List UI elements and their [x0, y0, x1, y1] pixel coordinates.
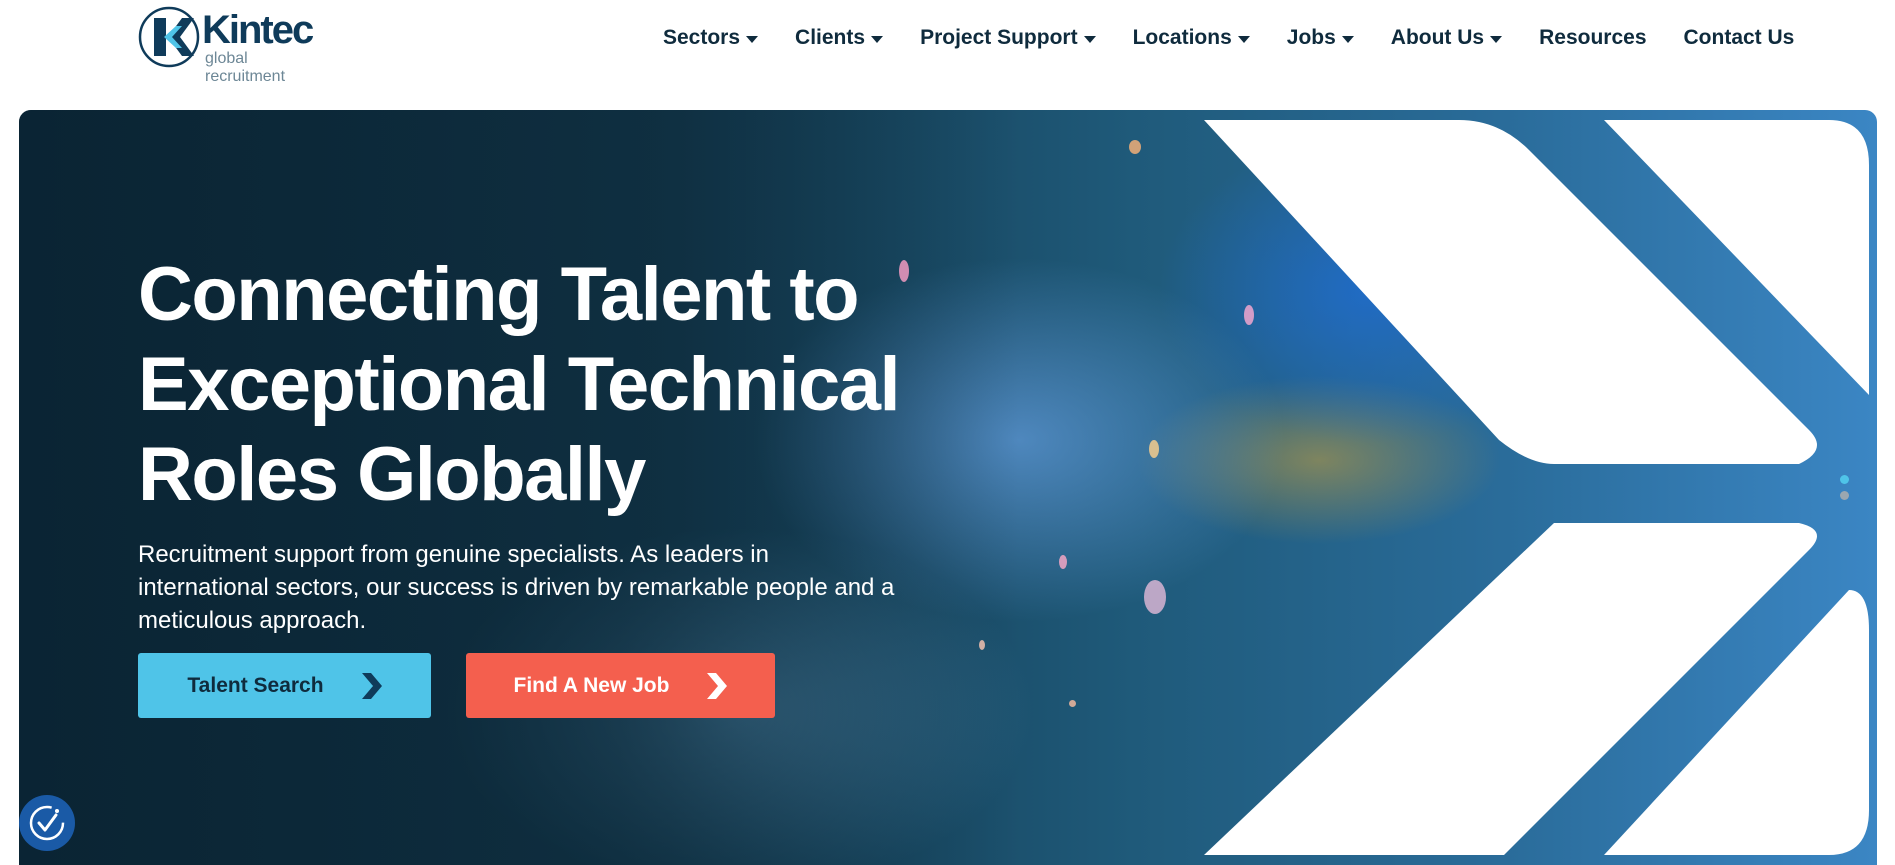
- hero-content: Connecting Talent to Exceptional Technic…: [138, 250, 958, 637]
- slider-dot-1[interactable]: [1840, 475, 1849, 484]
- slider-pagination: [1840, 475, 1850, 507]
- nav-label: Resources: [1539, 26, 1647, 49]
- nav-label: About Us: [1390, 26, 1485, 49]
- caret-down-icon: [871, 36, 884, 43]
- kintec-logo-icon: [138, 6, 200, 68]
- chevron-right-icon: [361, 672, 382, 699]
- find-job-label: Find A New Job: [513, 673, 670, 697]
- accessibility-button[interactable]: [19, 795, 75, 851]
- hero-title-line-2: Exceptional Technical: [138, 342, 901, 427]
- caret-down-icon: [1490, 36, 1503, 43]
- nav-item-contact-us[interactable]: Contact Us: [1684, 26, 1795, 50]
- nav-label: Project Support: [920, 26, 1078, 49]
- nav-label: Sectors: [663, 26, 741, 49]
- chevron-right-icon: [707, 672, 728, 699]
- hero-subtitle: Recruitment support from genuine special…: [138, 541, 895, 634]
- site-header: Kintec global recruitment Sectors Client…: [0, 0, 1895, 100]
- main-nav: Sectors Clients Project Support Location…: [663, 22, 1794, 54]
- nav-item-project-support[interactable]: Project Support: [920, 26, 1096, 50]
- hero-banner: Connecting Talent to Exceptional Technic…: [19, 110, 1877, 865]
- logo-tagline: global recruitment: [205, 50, 286, 85]
- nav-item-clients[interactable]: Clients: [795, 26, 884, 50]
- hero-title-line-1: Connecting Talent to: [138, 252, 860, 337]
- kintec-logo[interactable]: Kintec global recruitment: [138, 6, 328, 85]
- hero-title-line-3: Roles Globally: [138, 432, 646, 517]
- talent-search-button[interactable]: Talent Search: [138, 653, 431, 718]
- nav-item-jobs[interactable]: Jobs: [1287, 26, 1354, 50]
- slider-dot-2[interactable]: [1840, 491, 1849, 500]
- talent-search-label: Talent Search: [187, 673, 324, 697]
- nav-item-about-us[interactable]: About Us: [1390, 26, 1503, 50]
- caret-down-icon: [1083, 36, 1096, 43]
- nav-label: Locations: [1132, 26, 1232, 49]
- nav-label: Clients: [795, 26, 866, 49]
- hero-title: Connecting Talent to Exceptional Technic…: [138, 250, 958, 520]
- logo-wordmark: Kintec: [202, 8, 314, 52]
- nav-label: Contact Us: [1683, 26, 1795, 49]
- find-job-button[interactable]: Find A New Job: [466, 653, 775, 718]
- caret-down-icon: [1237, 36, 1250, 43]
- caret-down-icon: [1341, 36, 1354, 43]
- nav-item-resources[interactable]: Resources: [1539, 26, 1646, 50]
- nav-item-sectors[interactable]: Sectors: [663, 26, 759, 50]
- nav-label: Jobs: [1286, 26, 1336, 49]
- accessibility-icon: [29, 805, 65, 841]
- nav-item-locations[interactable]: Locations: [1133, 26, 1250, 50]
- caret-down-icon: [746, 36, 759, 43]
